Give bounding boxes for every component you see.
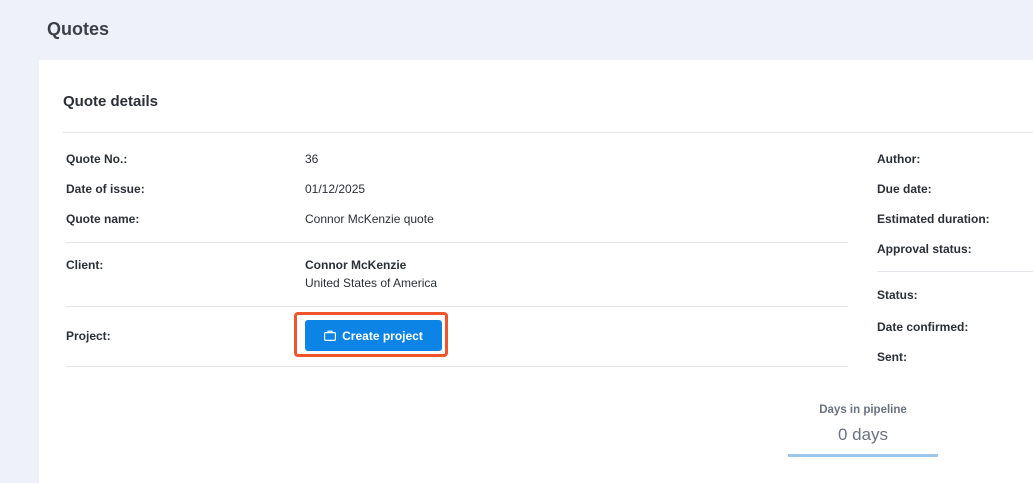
divider: [66, 242, 848, 243]
quote-no-value: 36: [305, 152, 319, 166]
author-label: Author:: [877, 152, 921, 166]
divider: [66, 306, 848, 307]
page-title: Quotes: [47, 19, 110, 39]
days-in-pipeline-label: Days in pipeline: [819, 404, 907, 416]
client-label: Client:: [66, 258, 104, 272]
estimated-duration-label: Estimated duration:: [877, 212, 990, 226]
briefcase-icon: [324, 330, 337, 341]
project-label: Project:: [66, 329, 111, 343]
pipeline-underline: [788, 454, 938, 457]
status-label: Status:: [877, 288, 918, 302]
date-of-issue-value: 01/12/2025: [305, 182, 366, 196]
quote-details-card: Quote details Quote No.: 36 Date of issu…: [39, 60, 1033, 483]
quote-name-value: Connor McKenzie quote: [305, 212, 434, 226]
quote-no-label: Quote No.:: [66, 152, 128, 166]
card-title: Quote details: [63, 93, 159, 110]
quote-name-label: Quote name:: [66, 212, 140, 226]
client-country: United States of America: [305, 276, 438, 290]
divider: [877, 271, 1033, 272]
date-confirmed-label: Date confirmed:: [877, 320, 969, 334]
due-date-label: Due date:: [877, 182, 932, 196]
create-project-button[interactable]: Create project: [305, 320, 442, 351]
client-name: Connor McKenzie: [305, 258, 407, 272]
create-project-label: Create project: [342, 328, 423, 343]
approval-status-label: Approval status:: [877, 242, 972, 256]
divider: [66, 366, 848, 367]
card-divider: [63, 132, 1033, 133]
date-of-issue-label: Date of issue:: [66, 182, 145, 196]
days-in-pipeline-value: 0 days: [837, 425, 889, 444]
sent-label: Sent:: [877, 350, 907, 364]
